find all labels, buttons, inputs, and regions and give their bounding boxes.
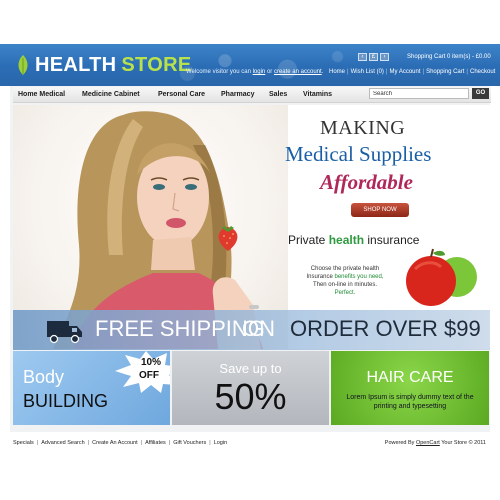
nav-item-home-medical[interactable]: Home Medical <box>18 91 65 98</box>
promo-body-building[interactable]: Body BUILDING 10% OFF <box>13 351 170 425</box>
insurance-desc-line3: Then on-line in minutes. <box>312 282 378 288</box>
header-link-checkout[interactable]: Checkout <box>470 69 495 75</box>
welcome-or: or <box>266 69 273 75</box>
separator: | <box>422 69 425 75</box>
header-link-home[interactable]: Home <box>329 69 345 75</box>
nav-item-pharmacy[interactable]: Pharmacy <box>221 91 254 98</box>
currency-next-button[interactable]: › <box>380 53 389 61</box>
site-logo[interactable]: HEALTH STORE <box>16 52 191 78</box>
separator: | <box>209 440 211 446</box>
insurance-description: Choose the private health Insurance bene… <box>290 265 400 297</box>
separator: | <box>347 69 349 75</box>
footer-link-specials[interactable]: Specials <box>13 440 34 446</box>
insurance-desc-line2-text: Insurance <box>306 274 333 280</box>
promo-hair-text: Lorem Ipsum is simply dummy text of the … <box>346 394 474 410</box>
welcome-prefix: Welcome visitor you can <box>186 69 251 75</box>
currency-gbp-button[interactable]: £ <box>369 53 378 61</box>
search-go-button[interactable]: GO <box>472 88 489 99</box>
leaf-icon <box>18 55 28 75</box>
insurance-word: insurance <box>367 233 420 247</box>
nav-item-personal-care[interactable]: Personal Care <box>158 91 205 98</box>
shop-now-button[interactable]: SHOP NOW <box>351 203 409 217</box>
truck-icon <box>47 321 82 344</box>
insurance-desc-line4: Perfect. <box>334 290 356 296</box>
banner-heading-affordable: Affordable <box>320 170 413 194</box>
apple-icon <box>406 248 477 306</box>
nav-item-sales[interactable]: Sales <box>269 91 287 98</box>
logo-word-health: HEALTH <box>35 53 117 76</box>
shipping-text-order: ORDER OVER $99 <box>290 316 481 341</box>
promo-hair-care[interactable]: HAIR CARE Lorem Ipsum is simply dummy te… <box>331 351 489 425</box>
powered-by-prefix: Powered By <box>384 440 415 446</box>
login-link[interactable]: login <box>253 69 266 75</box>
top-whitespace <box>0 0 500 48</box>
header-link-wishlist[interactable]: Wish List (0) <box>351 69 384 75</box>
shipping-text-on: ON <box>242 316 275 341</box>
shipping-text-free: FREE SHIPPING <box>95 316 265 341</box>
private-word: Private <box>288 233 326 247</box>
header-link-cart[interactable]: Shopping Cart <box>426 69 464 75</box>
footer-link-advanced-search[interactable]: Advanced Search <box>41 440 84 446</box>
cart-summary[interactable]: Shopping Cart 0 item(s) - £0.00 <box>407 54 491 60</box>
separator: | <box>36 440 39 446</box>
banner-heading-medical-supplies: Medical Supplies <box>285 142 432 166</box>
header-links: Home | Wish List (0) | My Account | Shop… <box>329 69 495 75</box>
footer-link-gift-vouchers[interactable]: Gift Vouchers <box>173 440 206 446</box>
nav-item-medicine-cabinet[interactable]: Medicine Cabinet <box>82 91 140 98</box>
banner-heading-making: MAKING <box>320 117 406 139</box>
create-account-link[interactable]: create an account <box>274 69 322 75</box>
search-input[interactable] <box>369 88 469 99</box>
separator: | <box>168 440 171 446</box>
promo-save-up-to[interactable]: Save up to 50% <box>172 351 329 425</box>
promo-body-title: Body <box>23 367 65 387</box>
discount-percent: 10% <box>141 357 162 368</box>
discount-off-word: OFF <box>139 370 159 381</box>
insurance-desc-line2: Insurance benefits you need, <box>290 273 400 281</box>
insurance-desc-benefits: benefits you need, <box>334 274 384 280</box>
separator: | <box>87 440 90 446</box>
powered-by: Powered By OpenCart Your Store © 2011 <box>385 440 486 446</box>
footer-link-login[interactable]: Login <box>214 440 227 446</box>
powered-by-suffix: Your Store © 2011 <box>441 440 486 446</box>
footer-link-affiliates[interactable]: Affiliates <box>145 440 166 446</box>
separator: | <box>140 440 143 446</box>
logo-word-store: STORE <box>121 53 192 76</box>
header-link-account[interactable]: My Account <box>389 69 420 75</box>
separator: | <box>385 69 388 75</box>
promo-save-label: Save up to <box>219 361 282 376</box>
currency-switcher: ‹ £ › <box>358 53 389 61</box>
currency-prev-button[interactable]: ‹ <box>358 53 367 61</box>
strawberry-icon <box>218 226 238 251</box>
promo-save-percent: 50% <box>214 376 287 417</box>
welcome-message: Welcome visitor you can login or create … <box>186 69 323 75</box>
health-word: health <box>328 233 365 247</box>
footer-link-create-account[interactable]: Create An Account <box>92 440 138 446</box>
promo-hair-title: HAIR CARE <box>366 369 454 386</box>
private-insurance-heading: Private health insurance <box>288 233 419 247</box>
opencart-link[interactable]: OpenCart <box>416 440 440 446</box>
nav-item-vitamins[interactable]: Vitamins <box>303 91 332 98</box>
welcome-suffix: . <box>321 69 324 75</box>
footer-links: Specials | Advanced Search | Create An A… <box>13 440 227 446</box>
separator: | <box>466 69 468 75</box>
site-footer: Specials | Advanced Search | Create An A… <box>13 440 490 450</box>
promo-building-title: BUILDING <box>23 391 109 411</box>
insurance-desc-line1: Choose the private health <box>310 266 380 272</box>
